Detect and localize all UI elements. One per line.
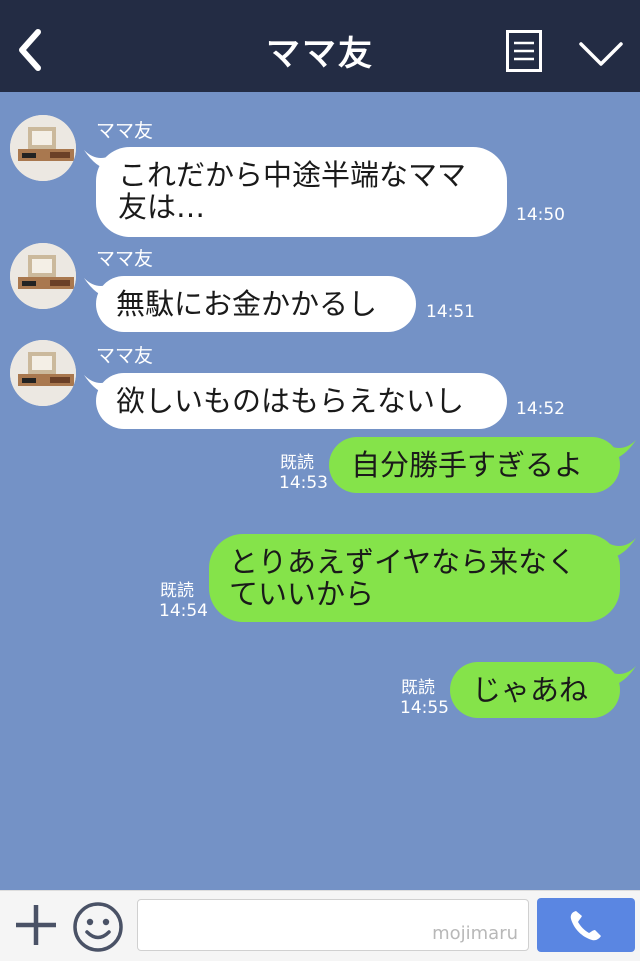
message-bubble-outgoing[interactable]: 自分勝手すぎるよ (329, 437, 620, 493)
read-receipt: 既読 (280, 453, 314, 473)
input-bar: mojimaru (0, 890, 640, 961)
message-time: 14:50 (516, 205, 565, 225)
smiley-icon[interactable] (72, 901, 124, 953)
read-receipt: 既読 (160, 581, 194, 601)
chevron-down-icon[interactable] (578, 40, 624, 68)
bubble-tail (610, 440, 636, 460)
avatar[interactable] (10, 340, 76, 406)
avatar[interactable] (10, 243, 76, 309)
message-time: 14:54 (159, 601, 208, 621)
sender-name: ママ友 (96, 120, 154, 142)
chat-title: ママ友 (266, 34, 374, 74)
message-time: 14:51 (426, 302, 475, 322)
message-time: 14:53 (279, 473, 328, 493)
message-time: 14:55 (400, 698, 449, 718)
message-input[interactable]: mojimaru (137, 899, 529, 951)
menu-list-icon[interactable] (506, 30, 542, 72)
message-bubble-incoming[interactable]: 欲しいものはもらえないし (96, 373, 507, 429)
message-bubble-outgoing[interactable]: じゃあね (450, 662, 620, 718)
avatar[interactable] (10, 115, 76, 181)
bubble-tail (610, 538, 636, 558)
call-button[interactable] (537, 898, 635, 952)
watermark-text: mojimaru (432, 923, 518, 944)
phone-icon (570, 911, 601, 941)
chat-area[interactable]: ママ友 これだから中途半端なママ友は… 14:50 ママ友 無駄にお金かかるし … (0, 92, 640, 890)
read-receipt: 既読 (401, 678, 435, 698)
message-bubble-incoming[interactable]: 無駄にお金かかるし (96, 276, 416, 332)
plus-icon[interactable] (14, 903, 58, 947)
bubble-tail (610, 666, 636, 686)
message-bubble-outgoing[interactable]: とりあえずイヤなら来なくていいから (209, 534, 620, 622)
sender-name: ママ友 (96, 248, 154, 270)
sender-name: ママ友 (96, 345, 154, 367)
message-time: 14:52 (516, 399, 565, 419)
message-bubble-incoming[interactable]: これだから中途半端なママ友は… (96, 147, 507, 237)
chat-header: ママ友 (0, 0, 640, 92)
